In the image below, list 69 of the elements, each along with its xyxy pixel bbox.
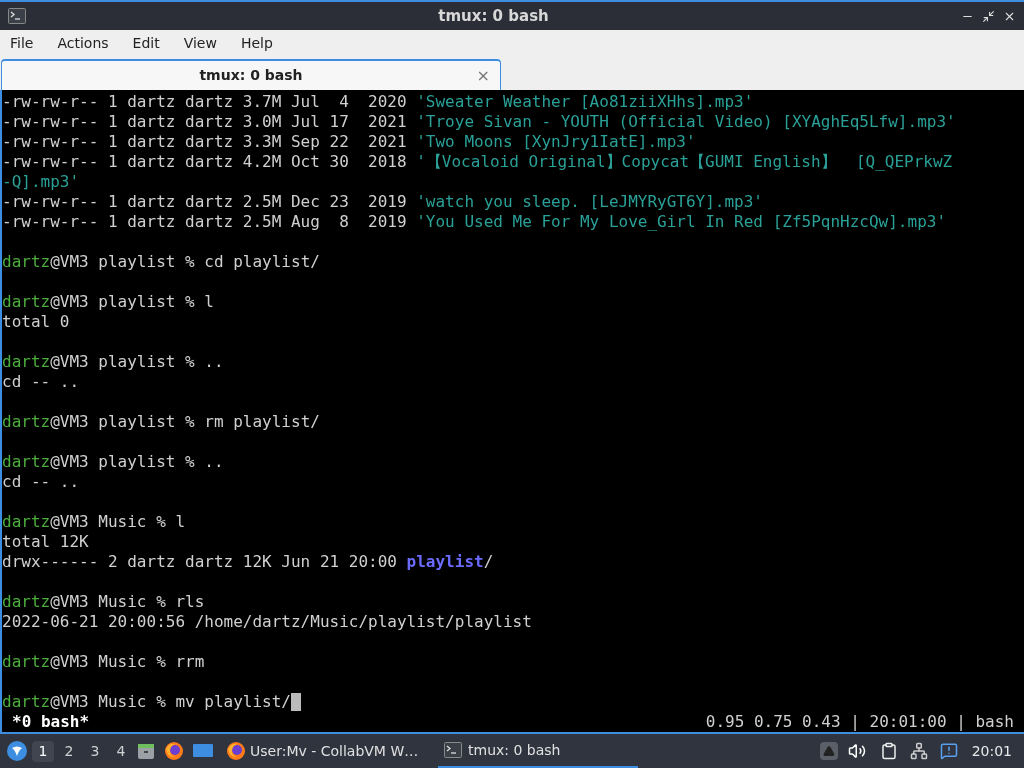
file-name: -Q].mp3' — [2, 172, 80, 192]
browser-icon — [226, 741, 246, 761]
tray-expand-button[interactable] — [819, 742, 838, 760]
file-name: 'watch you sleep. [LeJMYRyGT6Y].mp3' — [416, 192, 763, 212]
terminal-text: @VM3 Music % rrm — [50, 652, 205, 672]
directory-name: playlist — [406, 552, 484, 572]
terminal-text: @VM3 Music % rls — [50, 592, 205, 612]
terminal-text: cd -- .. — [2, 472, 80, 492]
terminal-text: @VM3 playlist % .. — [50, 452, 224, 472]
prompt-user: dartz — [2, 652, 51, 672]
terminal-icon — [444, 742, 462, 758]
prompt-user: dartz — [2, 512, 51, 532]
terminal-text: total 0 — [2, 312, 70, 332]
terminal-text: 2022-06-21 20:00:56 /home/dartz/Music/playlist/playlist — [2, 612, 532, 632]
prompt-user: dartz — [2, 692, 51, 712]
terminal-text: total 12K — [2, 532, 89, 552]
terminal-text: @VM3 Music % l — [50, 512, 186, 532]
start-menu-icon[interactable] — [6, 740, 28, 762]
terminal-text: @VM3 playlist % .. — [50, 352, 224, 372]
prompt-user: dartz — [2, 592, 51, 612]
file-name: '【Vocaloid Original】Copycat【GUMI English】 [Q_QEPrkwZ — [416, 152, 953, 172]
terminal-text: drwx------ 2 dartz dartz 12K Jun 21 20:00 — [2, 552, 398, 572]
network-icon[interactable] — [909, 742, 928, 760]
file-name: 'You Used Me For My Love_Girl In Red [Zf5PqnHzcQw].mp3' — [416, 212, 947, 232]
menu-item[interactable]: Help — [240, 32, 273, 54]
terminal[interactable] — [0, 90, 1024, 732]
terminal-text: @VM3 Music % mv playlist/ — [50, 692, 291, 712]
task-button[interactable]: tmux: 0 bash — [438, 734, 638, 768]
clipboard-icon[interactable] — [879, 742, 898, 760]
volume-icon[interactable] — [847, 742, 866, 760]
terminal-text: -rw-rw-r-- 1 dartz dartz 2.5M Aug 8 2019 — [2, 212, 408, 232]
prompt-user: dartz — [2, 412, 51, 432]
notification-icon[interactable] — [939, 742, 958, 760]
file-name: 'Two Moons [XynJry1IatE].mp3' — [416, 132, 696, 152]
window-title: tmux: 0 bash — [437, 5, 550, 27]
terminal-text: -rw-rw-r-- 1 dartz dartz 3.0M Jul 17 2021 — [2, 112, 408, 132]
menu-item[interactable]: File — [10, 32, 34, 54]
prompt-user: dartz — [2, 292, 51, 312]
file-drawer-icon[interactable] — [136, 741, 156, 761]
prompt-user: dartz — [2, 252, 51, 272]
workspace-button[interactable]: 2 — [58, 740, 80, 762]
file-name: 'Sweater Weather [Ao81ziiXHhs].mp3' — [416, 92, 754, 112]
task-button[interactable]: User:Mv - CollabVM W… — [226, 734, 426, 768]
workspace-button[interactable]: 4 — [110, 740, 132, 762]
file-name: 'Troye Sivan - YOUTH (Official Video) [XYAghEq5Lfw].mp3' — [416, 112, 956, 132]
terminal-text: cd -- .. — [2, 372, 80, 392]
restore-icon[interactable] — [982, 9, 995, 23]
terminal-text: -rw-rw-r-- 1 dartz dartz 2.5M Dec 23 2019 — [2, 192, 408, 212]
tmux-status: 0.95 0.75 0.43 | 20:01:00 | bash — [705, 712, 1014, 732]
menu-item[interactable]: Actions — [57, 32, 109, 54]
clock[interactable]: 20:01 — [971, 740, 1012, 762]
tmux-window-label: *0 bash* — [12, 712, 90, 732]
menu-item[interactable]: View — [183, 32, 217, 54]
terminal-text: @VM3 playlist % cd playlist/ — [50, 252, 320, 272]
terminal-text: -rw-rw-r-- 1 dartz dartz 3.3M Sep 22 2021 — [2, 132, 408, 152]
menu-item[interactable]: Edit — [132, 32, 160, 54]
tab[interactable]: tmux: 0 bash × — [1, 59, 501, 90]
terminal-text: @VM3 playlist % l — [50, 292, 214, 312]
workspace-button[interactable]: 1 — [32, 740, 54, 762]
prompt-user: dartz — [2, 352, 51, 372]
browser-icon — [164, 741, 184, 761]
terminal-icon — [8, 8, 26, 24]
prompt-user: dartz — [2, 452, 51, 472]
terminal-text: / — [483, 552, 494, 572]
terminal-text: -rw-rw-r-- 1 dartz dartz 3.7M Jul 4 2020 — [2, 92, 408, 112]
tab-close-button[interactable]: × — [476, 63, 490, 88]
terminal-text: @VM3 playlist % rm playlist/ — [50, 412, 320, 432]
terminal-text: -rw-rw-r-- 1 dartz dartz 4.2M Oct 30 2018 — [2, 152, 408, 172]
workspace-button[interactable]: 3 — [84, 740, 106, 762]
